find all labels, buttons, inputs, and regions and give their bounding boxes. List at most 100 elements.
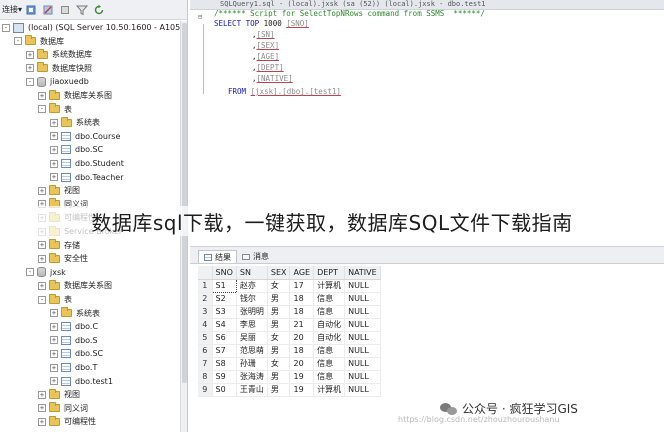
- grid-cell[interactable]: 19: [289, 383, 315, 397]
- grid-cell[interactable]: NULL: [344, 305, 381, 319]
- table-row[interactable]: 2 S2 钱尔男 18 信息 NULL: [198, 292, 381, 306]
- grid-cell[interactable]: 王青山: [236, 383, 268, 397]
- grid-cell[interactable]: 18: [289, 305, 315, 319]
- expand-icon[interactable]: +: [50, 173, 58, 182]
- column-header[interactable]: AGE: [289, 266, 315, 280]
- grid-cell[interactable]: 17: [289, 279, 315, 293]
- collapse-icon[interactable]: -: [26, 77, 34, 86]
- tree-node[interactable]: + 存储: [38, 239, 80, 252]
- row-number[interactable]: 4: [198, 318, 213, 332]
- tree-node[interactable]: + dbo.SC: [50, 347, 103, 360]
- tree-node[interactable]: - (local) (SQL Server 10.50.1600 - A105-0…: [2, 21, 187, 34]
- collapse-icon[interactable]: -: [14, 37, 22, 46]
- table-row[interactable]: 4 S4 李思男 21 自动化 NULL: [198, 318, 381, 332]
- table-row[interactable]: 7 S8 孙珊女 20 信息 NULL: [198, 357, 381, 371]
- tree-node[interactable]: + 系统表: [50, 116, 100, 129]
- grid-cell[interactable]: 吴丽: [236, 331, 268, 345]
- collapse-icon[interactable]: -: [26, 268, 34, 277]
- table-row[interactable]: 5 S6 吴丽女 20 自动化 NULL: [198, 331, 381, 345]
- expand-icon[interactable]: +: [38, 186, 46, 195]
- filter-icon[interactable]: [76, 4, 89, 16]
- expand-icon[interactable]: +: [26, 50, 34, 59]
- grid-cell[interactable]: 男: [267, 292, 291, 306]
- collapse-marker[interactable]: ⊟: [198, 13, 202, 21]
- column-header[interactable]: SNO: [212, 266, 237, 280]
- collapse-icon[interactable]: -: [38, 295, 46, 304]
- expand-icon[interactable]: +: [50, 336, 58, 345]
- collapse-icon[interactable]: -: [2, 23, 10, 32]
- tree-node[interactable]: - 数据库: [14, 35, 64, 48]
- grid-cell[interactable]: 女: [267, 357, 291, 371]
- disconnect-icon[interactable]: [42, 4, 54, 16]
- query-editor[interactable]: SQLQuery1.sql - (local).jxsk (sa (52)) (…: [190, 0, 664, 240]
- grid-cell[interactable]: 19: [289, 370, 315, 384]
- refresh-icon[interactable]: [93, 4, 105, 16]
- tree-node[interactable]: + 可编程性: [38, 415, 96, 428]
- grid-cell[interactable]: S0: [212, 383, 237, 397]
- grid-cell[interactable]: S4: [212, 318, 237, 332]
- grid-cell[interactable]: 信息: [313, 344, 346, 358]
- tree-node[interactable]: + dbo.test1: [50, 375, 113, 388]
- expand-icon[interactable]: +: [50, 132, 58, 141]
- tree-node[interactable]: + 视图: [38, 388, 80, 401]
- table-row[interactable]: 8 S9 张海涛男 19 信息 NULL: [198, 370, 381, 384]
- grid-cell[interactable]: 男: [267, 383, 291, 397]
- expand-icon[interactable]: +: [38, 390, 46, 399]
- tree-node[interactable]: + dbo.Student: [50, 157, 124, 170]
- expand-icon[interactable]: +: [50, 377, 58, 386]
- expand-icon[interactable]: +: [26, 64, 34, 73]
- expand-icon[interactable]: +: [50, 118, 58, 127]
- column-header[interactable]: SN: [236, 266, 268, 280]
- expand-icon[interactable]: +: [38, 404, 46, 413]
- row-number[interactable]: 7: [198, 357, 213, 371]
- grid-cell[interactable]: 孙珊: [236, 357, 268, 371]
- expand-icon[interactable]: +: [38, 281, 46, 290]
- grid-cell[interactable]: S8: [212, 357, 237, 371]
- collapse-icon[interactable]: -: [38, 105, 46, 114]
- tree-node[interactable]: - jiaoxuedb: [26, 75, 89, 88]
- grid-cell[interactable]: 18: [289, 344, 315, 358]
- row-number[interactable]: 9: [198, 383, 213, 397]
- table-row[interactable]: 6 S7 范思萌男 18 信息 NULL: [198, 344, 381, 358]
- grid-cell[interactable]: 男: [267, 305, 291, 319]
- tree-node[interactable]: + dbo.S: [50, 334, 98, 347]
- grid-cell[interactable]: NULL: [344, 383, 381, 397]
- row-number[interactable]: 5: [198, 331, 213, 345]
- tree-node[interactable]: + 系统数据库: [26, 48, 92, 61]
- tree-node[interactable]: + 数据库关系图: [38, 89, 112, 102]
- expand-icon[interactable]: +: [38, 91, 46, 100]
- expand-icon[interactable]: +: [50, 159, 58, 168]
- grid-cell[interactable]: NULL: [344, 279, 381, 293]
- grid-cell[interactable]: 计算机: [313, 279, 346, 293]
- tree-node[interactable]: + 视图: [38, 184, 80, 197]
- tree-node[interactable]: + dbo.C: [50, 320, 98, 333]
- grid-cell[interactable]: 20: [289, 357, 315, 371]
- grid-cell[interactable]: NULL: [344, 357, 381, 371]
- grid-cell[interactable]: 男: [267, 344, 291, 358]
- grid-cell[interactable]: NULL: [344, 331, 381, 345]
- grid-cell[interactable]: 18: [289, 292, 315, 306]
- tree-node[interactable]: + 安全性: [38, 252, 88, 265]
- expand-icon[interactable]: +: [38, 241, 46, 250]
- grid-cell[interactable]: 信息: [313, 357, 346, 371]
- tab-results[interactable]: 结果: [198, 250, 237, 263]
- grid-cell[interactable]: 信息: [313, 305, 346, 319]
- row-number[interactable]: 2: [198, 292, 213, 306]
- tree-node[interactable]: + dbo.T: [50, 361, 97, 374]
- table-row[interactable]: 3 S3 张明明男 18 信息 NULL: [198, 305, 381, 319]
- tree-node[interactable]: + dbo.SC: [50, 143, 103, 156]
- tree-node[interactable]: - jxsk: [26, 266, 66, 279]
- tree-node[interactable]: + 数据库快照: [26, 62, 92, 75]
- expand-icon[interactable]: +: [50, 309, 58, 318]
- expand-icon[interactable]: +: [38, 254, 46, 263]
- grid-cell[interactable]: 张明明: [236, 305, 268, 319]
- tree-node[interactable]: + 数据库关系图: [38, 279, 112, 292]
- row-number[interactable]: 8: [198, 370, 213, 384]
- scrollbar-thumb[interactable]: [182, 23, 187, 383]
- grid-cell[interactable]: 范思萌: [236, 344, 268, 358]
- grid-cell[interactable]: 赵亦: [236, 279, 268, 293]
- expand-icon[interactable]: +: [50, 145, 58, 154]
- row-number[interactable]: 3: [198, 305, 213, 319]
- tree-node[interactable]: + 系统表: [50, 307, 100, 320]
- expand-icon[interactable]: +: [50, 349, 58, 358]
